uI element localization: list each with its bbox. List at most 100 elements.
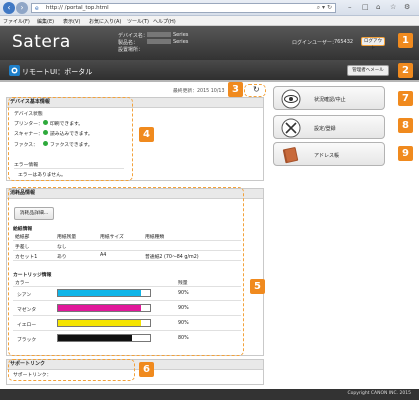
divider: [13, 250, 241, 251]
device-name-value: Series: [173, 32, 189, 38]
scanner-status-value: 読み込みできます。: [50, 132, 93, 137]
satera-logo: Satera: [12, 32, 71, 52]
cartridge-yellow-name: イエロー: [17, 323, 37, 328]
printer-status-ok-icon: [43, 120, 48, 125]
error-info-heading: エラー情報: [14, 163, 38, 168]
marker-4: 4: [139, 127, 154, 142]
cartridge-black-fill: [58, 335, 132, 341]
address-book-label: アドレス帳: [314, 153, 340, 159]
marker-5: 5: [250, 279, 265, 294]
cartridge-magenta-level: 90%: [178, 306, 189, 311]
cartridge-col-level: 残量: [178, 281, 188, 286]
back-icon[interactable]: ‹: [3, 2, 15, 14]
product-name-value: Series: [173, 39, 189, 45]
tools-gear-icon[interactable]: ⚙: [404, 3, 410, 11]
settings-registration-button[interactable]: 設定/登録: [273, 115, 385, 139]
paper-row-cassette-remaining: あり: [57, 255, 67, 260]
cartridge-cyan-fill: [58, 290, 141, 296]
home-icon[interactable]: ⌂: [376, 3, 380, 11]
mail-to-admin-button[interactable]: 管理者へメール: [347, 65, 389, 76]
favorites-star-icon[interactable]: ☆: [390, 3, 396, 11]
search-refresh-icon[interactable]: ⌕ ▾ ↻: [317, 4, 332, 12]
cartridge-col-color: カラー: [15, 281, 30, 286]
product-name-redacted: [147, 39, 171, 44]
cartridge-yellow-level: 90%: [178, 321, 189, 326]
divider: [13, 260, 241, 261]
fax-status-ok-icon: [43, 141, 48, 146]
settings-registration-label: 設定/登録: [314, 126, 336, 132]
paper-row-cassette-size: A4: [100, 253, 107, 258]
cartridge-yellow-bar: [57, 319, 151, 327]
portal-icon: [9, 65, 20, 76]
minimize-icon[interactable]: –: [348, 3, 352, 11]
marker-9: 9: [398, 146, 413, 161]
paper-row-manual-remaining: なし: [57, 245, 67, 250]
fax-status-label: ファクス：: [14, 143, 38, 148]
cartridge-black-bar: [57, 334, 151, 342]
paper-col-size: 用紙サイズ: [100, 235, 124, 240]
cartridge-cyan-name: シアン: [17, 293, 32, 298]
check-consumables-button[interactable]: 消耗品詳細...: [14, 207, 54, 220]
location-label: 設置場所：: [118, 47, 144, 53]
divider: [13, 286, 241, 287]
paper-col-source: 給紙部: [15, 235, 30, 240]
page-title: リモートUI：ポータル: [22, 68, 93, 76]
browser-menubar: ファイル(F) 編集(E) 表示(V) お気に入り(A) ツール(T) ヘルプ(…: [0, 16, 419, 26]
menu-view[interactable]: 表示(V): [63, 18, 80, 25]
wrench-screwdriver-icon: [281, 118, 301, 138]
divider: [13, 330, 241, 331]
maximize-icon[interactable]: □: [362, 3, 369, 11]
address-book-button[interactable]: アドレス帳: [273, 142, 385, 166]
marker-6: 6: [139, 362, 154, 377]
app-header: Satera デバイス名： Series 製品名： Series 設置場所： ロ…: [0, 26, 419, 60]
device-name-label: デバイス名：: [118, 33, 148, 39]
browser-titlebar: ‹ › e http:// /portal_top.html ⌕ ▾ ↻ – □…: [0, 0, 419, 16]
login-user-label: ログインユーザー：: [292, 40, 337, 46]
paper-row-cassette-type: 普通紙2 (70～84 g/m2): [145, 255, 199, 260]
copyright-text: Copyright CANON INC. 2015: [347, 391, 412, 396]
scanner-status-label: スキャナー：: [14, 132, 43, 137]
cartridge-cyan-bar: [57, 289, 151, 297]
last-updated: 最終更新：2015 10/13: [173, 89, 225, 94]
marker-7: 7: [398, 91, 413, 106]
support-link-label[interactable]: サポートリンク：: [13, 371, 51, 378]
logout-button[interactable]: ログアウト: [361, 37, 385, 51]
cartridge-yellow-fill: [58, 320, 141, 326]
forward-icon[interactable]: ›: [16, 2, 28, 14]
status-monitor-button[interactable]: 状況確認/中止: [273, 86, 385, 110]
paper-row-manual-source: 手差し: [15, 245, 30, 250]
cartridge-magenta-bar: [57, 304, 151, 312]
page-footer: Copyright CANON INC. 2015: [0, 389, 419, 400]
divider: [13, 240, 241, 241]
paper-info-heading: 給紙情報: [13, 227, 33, 232]
menu-tools[interactable]: ツール(T): [127, 18, 149, 25]
fax-status-value: ファクスできます。: [50, 143, 93, 148]
marker-2: 2: [398, 63, 413, 78]
address-book-icon: [282, 147, 299, 164]
refresh-icon[interactable]: ↻: [253, 85, 260, 94]
address-url[interactable]: http:// /portal_top.html: [46, 5, 109, 11]
menu-file[interactable]: ファイル(F): [3, 18, 30, 25]
marker-3: 3: [228, 82, 243, 97]
menu-help[interactable]: ヘルプ(H): [153, 18, 176, 25]
status-monitor-label: 状況確認/中止: [314, 97, 346, 103]
marker-8: 8: [398, 118, 413, 133]
error-info-text: エラーはありません。: [18, 173, 66, 178]
cartridge-info-heading: カートリッジ情報: [13, 273, 52, 278]
divider: [13, 315, 241, 316]
printer-status-label: プリンター：: [14, 122, 43, 127]
address-bar[interactable]: e http:// /portal_top.html ⌕ ▾ ↻: [31, 3, 336, 13]
device-status-heading: デバイス状態: [14, 112, 43, 117]
divider: [14, 168, 124, 169]
paper-row-cassette-source: カセット1: [15, 255, 38, 260]
ie-logo-icon: e: [35, 5, 39, 12]
cartridge-magenta-name: マゼンタ: [17, 308, 37, 313]
menu-edit[interactable]: 編集(E): [37, 18, 54, 25]
login-user-value: 765432: [334, 39, 354, 45]
menu-favorites[interactable]: お気に入り(A): [89, 18, 121, 25]
paper-col-type: 用紙種類: [145, 235, 165, 240]
scanner-status-ok-icon: [43, 130, 48, 135]
product-name-label: 製品名：: [118, 40, 139, 46]
printer-status-value: 印刷できます。: [50, 122, 84, 127]
paper-col-remaining: 用紙残量: [57, 235, 77, 240]
